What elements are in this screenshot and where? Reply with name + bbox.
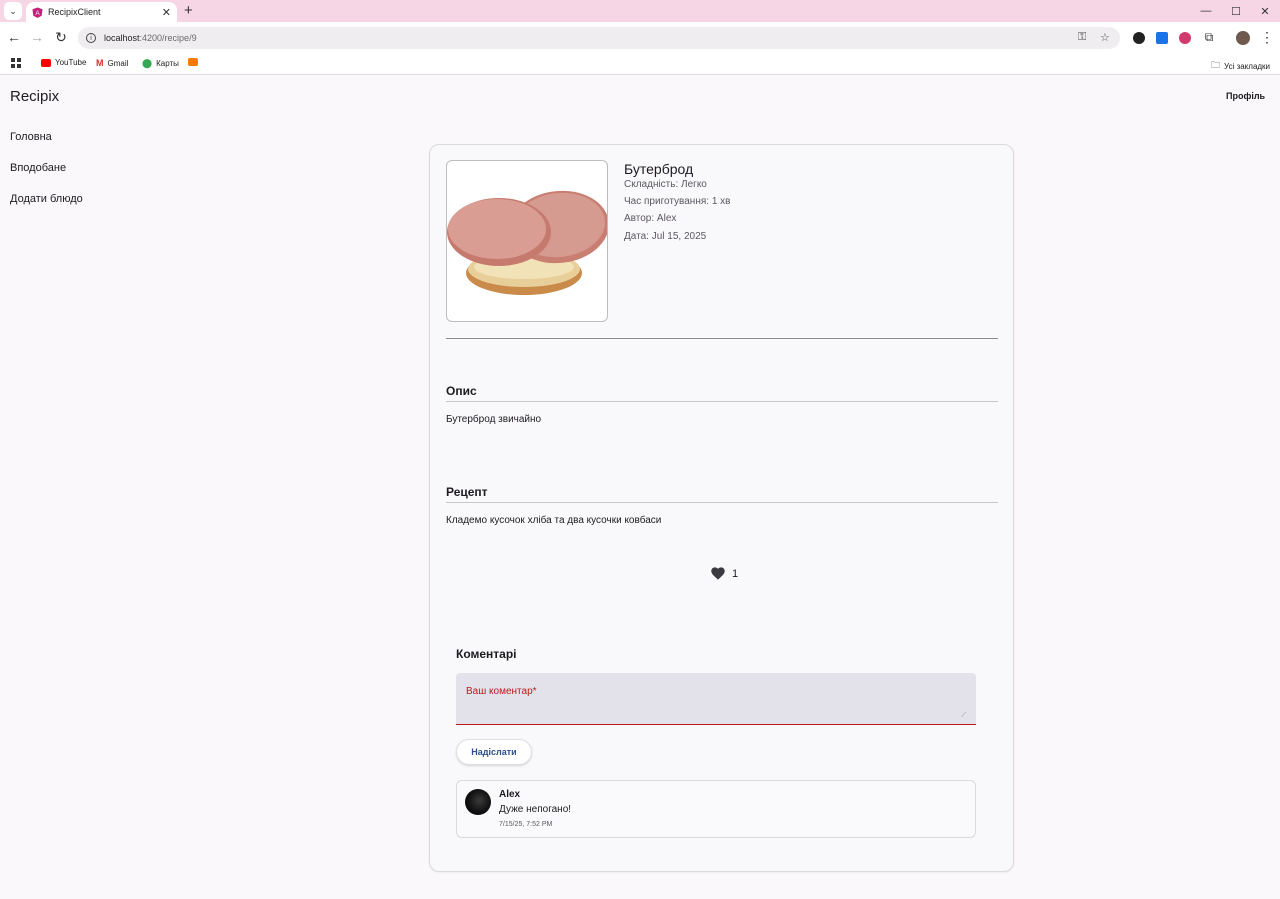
difficulty-label: Складність: <box>624 179 679 190</box>
apps-grid-icon[interactable] <box>11 58 21 68</box>
comment-item: Alex Дуже непогано! 7/15/25, 7:52 PM <box>456 780 976 838</box>
like-count: 1 <box>732 567 739 580</box>
bookmark-label: YouTube <box>55 58 87 67</box>
profile-avatar-icon[interactable] <box>1236 31 1250 45</box>
author-value: Alex <box>656 213 677 224</box>
recipe-time: Час приготування: 1 хв <box>624 196 730 207</box>
url-host: localhost <box>104 33 140 43</box>
comment-author: Alex <box>499 789 521 800</box>
bookmarks-bar: YouTube M Gmail ⬤ Карты 🗀 Усі закладки <box>0 54 1280 75</box>
youtube-icon <box>41 58 51 67</box>
send-comment-button[interactable]: Надіслати <box>456 739 532 765</box>
heart-icon[interactable] <box>711 567 725 580</box>
section-divider <box>446 502 998 503</box>
svg-text:A: A <box>35 9 40 16</box>
all-bookmarks[interactable]: 🗀 Усі закладки <box>1211 58 1270 74</box>
tab-title: RecipixClient <box>48 7 101 17</box>
comments-heading: Коментарі <box>456 647 517 661</box>
close-window-icon[interactable]: ✕ <box>1250 2 1280 20</box>
time-value: 1 хв <box>711 196 731 207</box>
bookmark-label: Gmail <box>107 58 129 68</box>
folder-icon: 🗀 <box>1211 60 1221 70</box>
reload-icon[interactable]: ↻ <box>53 29 69 45</box>
extension-icon[interactable] <box>1179 32 1191 44</box>
sidebar-item-favorites[interactable]: Вподобане <box>10 162 66 174</box>
password-key-icon[interactable]: ⚿ <box>1078 31 1086 44</box>
date-label: Дата: <box>624 231 649 242</box>
site-favicon-icon <box>188 58 198 66</box>
back-icon[interactable]: ← <box>6 29 22 45</box>
bookmark-site[interactable] <box>188 58 198 66</box>
bookmark-label: Карты <box>156 59 179 68</box>
extension-icon[interactable] <box>1156 32 1168 44</box>
extension-icon[interactable] <box>1133 32 1145 44</box>
browser-tabstrip: ⌄ A RecipixClient ✕ + — ☐ ✕ <box>0 0 1280 22</box>
tab-search-button[interactable]: ⌄ <box>4 2 22 20</box>
maximize-icon[interactable]: ☐ <box>1221 2 1251 20</box>
forward-icon[interactable]: → <box>29 29 45 45</box>
url-path: :4200/recipe/9 <box>139 33 197 43</box>
bookmark-star-icon[interactable]: ☆ <box>1100 31 1110 44</box>
address-bar[interactable]: i localhost:4200/recipe/9 ⚿ ☆ <box>78 27 1120 49</box>
browser-toolbar: ← → ↻ i localhost:4200/recipe/9 ⚿ ☆ ⧉ ⋮ <box>0 22 1280 54</box>
app-title[interactable]: Recipix <box>10 88 59 105</box>
recipe-difficulty: Складність: Легко <box>624 179 707 190</box>
recipe-author: Автор: Alex <box>624 213 676 224</box>
description-heading: Опис <box>446 384 477 398</box>
sidebar-item-add-dish[interactable]: Додати блюдо <box>10 193 83 205</box>
comment-date: 7/15/25, 7:52 PM <box>499 821 553 828</box>
section-divider <box>446 401 998 402</box>
difficulty-value: Легко <box>681 179 707 190</box>
minimize-icon[interactable]: — <box>1191 2 1221 20</box>
author-label: Автор: <box>624 213 655 224</box>
profile-button[interactable]: Профіль <box>1226 91 1265 101</box>
site-info-icon[interactable]: i <box>86 33 96 43</box>
date-value: Jul 15, 2025 <box>651 231 707 242</box>
recipe-photo <box>446 160 608 322</box>
description-text: Бутерброд звичайно <box>446 414 542 425</box>
like-button[interactable]: 1 <box>711 567 738 580</box>
extensions-puzzle-icon[interactable]: ⧉ <box>1201 29 1217 45</box>
all-bookmarks-label: Усі закладки <box>1224 61 1271 71</box>
bookmark-gmail[interactable]: M Gmail <box>96 58 128 68</box>
time-label: Час приготування: <box>624 196 710 207</box>
recipe-card: Бутерброд Складність: Легко Час приготув… <box>429 144 1014 872</box>
comment-text: Дуже непогано! <box>499 804 572 815</box>
recipe-steps-text: Кладемо кусочок хліба та два кусочки ков… <box>446 515 662 526</box>
avatar <box>465 789 491 815</box>
new-tab-icon[interactable]: + <box>184 1 193 21</box>
resize-grip-icon[interactable]: ⟋ <box>961 712 966 720</box>
recipe-date: Дата: Jul 15, 2025 <box>624 231 706 242</box>
angular-icon: A <box>32 6 43 18</box>
recipe-heading: Рецепт <box>446 485 488 499</box>
comment-input-label: Ваш коментар* <box>466 686 537 697</box>
tab-close-icon[interactable]: ✕ <box>162 6 171 19</box>
sandwich-image <box>447 190 607 295</box>
browser-menu-icon[interactable]: ⋮ <box>1259 29 1275 45</box>
maps-pin-icon: ⬤ <box>142 58 153 68</box>
browser-tab[interactable]: A RecipixClient ✕ <box>26 2 177 22</box>
header-divider <box>446 338 998 339</box>
recipe-title: Бутерброд <box>624 161 694 177</box>
comment-input[interactable]: Ваш коментар* ⟋ <box>456 673 976 725</box>
bookmark-youtube[interactable]: YouTube <box>41 58 86 67</box>
sidebar-item-home[interactable]: Головна <box>10 131 52 143</box>
bookmark-maps[interactable]: ⬤ Карты <box>142 58 179 69</box>
gmail-icon: M <box>96 58 104 68</box>
